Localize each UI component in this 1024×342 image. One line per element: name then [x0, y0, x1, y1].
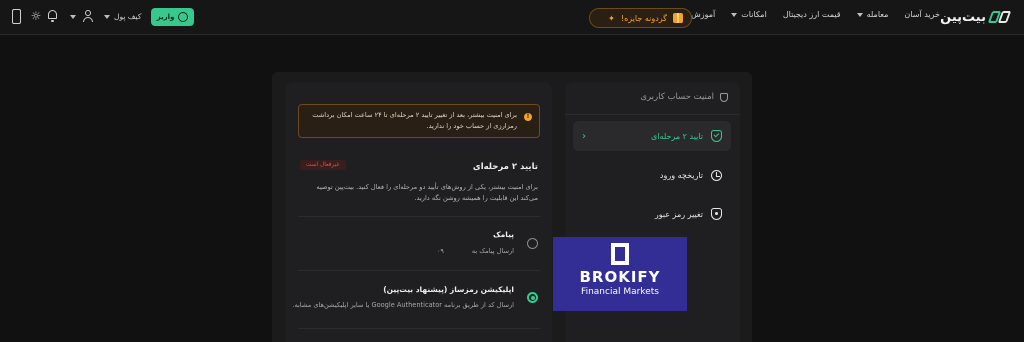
brokify-name: BROKIFY — [579, 268, 661, 286]
site-logo[interactable]: بیت‌پین — [940, 9, 1012, 25]
option-authenticator-title: اپلیکیشن رمزساز (پیشنهاد بیت‌پین) — [383, 285, 514, 294]
nav-item-label: خرید آسان — [904, 10, 940, 19]
sidebar-title: امنیت حساب کاربری — [640, 92, 728, 102]
nav-item-easy-buy[interactable]: خرید آسان — [904, 10, 940, 19]
sparkle-icon: ✦ — [608, 13, 615, 23]
wallet-label: کیف پول — [114, 12, 142, 21]
option-sms-radio[interactable] — [527, 238, 538, 249]
nav-item-features[interactable]: امکانات — [731, 10, 767, 19]
two-factor-card: ! برای امنیت بیشتر، بعد از تغییر تایید ۲… — [285, 82, 552, 342]
divider — [298, 270, 540, 271]
nav-item-trade[interactable]: معامله — [856, 10, 889, 19]
sidebar-item-two-factor[interactable]: تایید ۲ مرحله‌ای ‹ — [573, 121, 731, 151]
bell-icon[interactable] — [47, 10, 57, 22]
divider — [298, 216, 540, 217]
warning-alert-text: برای امنیت بیشتر، بعد از تغییر تایید ۲ م… — [312, 111, 517, 130]
nav-item-prices[interactable]: قیمت ارز دیجیتال — [783, 10, 841, 19]
option-sms-subtitle: ارسال پیامک به — [471, 247, 514, 255]
option-sms-title: پیامک — [492, 230, 514, 239]
deposit-icon — [178, 12, 189, 22]
shield-check-icon — [711, 130, 722, 142]
chevron-left-icon: ‹ — [582, 130, 586, 142]
option-authenticator-subtitle: ارسال کد از طریق برنامه Google Authentic… — [292, 301, 514, 309]
logo-text: بیت‌پین — [940, 9, 986, 25]
chevron-down-icon — [731, 12, 738, 17]
chevron-down-icon — [104, 14, 110, 19]
nav-item-label: قیمت ارز دیجیتال — [782, 10, 841, 19]
deposit-label: واریز — [156, 13, 175, 21]
wallet-menu[interactable]: کیف پول — [104, 12, 141, 21]
shield-lock-icon — [711, 208, 722, 220]
chevron-down-icon — [856, 12, 863, 17]
nav-item-label: امکانات — [741, 10, 767, 19]
brokify-logo-icon — [611, 243, 629, 265]
brokify-watermark: BROKIFY Financial Markets — [553, 237, 687, 311]
clock-history-icon — [711, 169, 722, 181]
sidebar-item-label: تغییر رمز عبور — [654, 209, 703, 219]
prize-wheel-label: گردونه جایزه! — [620, 13, 667, 23]
deposit-button[interactable]: واریز — [151, 8, 194, 26]
sidebar-title-label: امنیت حساب کاربری — [640, 92, 714, 102]
status-badge: غیرفعال است — [300, 160, 346, 170]
gift-box-icon — [673, 13, 683, 23]
main-nav: خرید آسان معامله قیمت ارز دیجیتال امکانا… — [680, 10, 940, 19]
sun-icon[interactable]: ☼ — [30, 10, 42, 22]
option-sms-phone-prefix: ۰۹ — [437, 247, 444, 255]
divider — [565, 114, 740, 115]
sidebar-item-label: تایید ۲ مرحله‌ای — [651, 131, 703, 141]
sidebar-item-label: تاریخچه ورود — [659, 170, 703, 180]
prize-wheel-button[interactable]: گردونه جایزه! ✦ — [589, 8, 692, 28]
top-header: بیت‌پین خرید آسان معامله قیمت ارز دیجیتا… — [0, 0, 1024, 35]
section-description: برای امنیت بیشتر، یکی از روش‌های تأیید د… — [316, 183, 538, 203]
warning-alert: ! برای امنیت بیشتر، بعد از تغییر تایید ۲… — [298, 104, 540, 138]
brokify-tagline: Financial Markets — [581, 287, 659, 297]
warning-icon: ! — [524, 113, 532, 121]
nav-item-label: آموزش — [690, 10, 716, 19]
mobile-app-icon[interactable] — [12, 9, 21, 24]
shield-icon — [720, 92, 728, 102]
option-authenticator-radio[interactable] — [527, 292, 538, 303]
divider — [298, 328, 540, 329]
sidebar-item-login-history[interactable]: تاریخچه ورود — [573, 160, 731, 190]
chevron-down-icon[interactable] — [70, 15, 76, 19]
section-title: تایید ۲ مرحله‌ای — [472, 162, 538, 172]
nav-item-label: معامله — [866, 10, 889, 19]
user-icon[interactable] — [83, 10, 93, 23]
sidebar-item-change-password[interactable]: تغییر رمز عبور — [573, 199, 731, 229]
logo-mark-icon — [987, 10, 1012, 24]
